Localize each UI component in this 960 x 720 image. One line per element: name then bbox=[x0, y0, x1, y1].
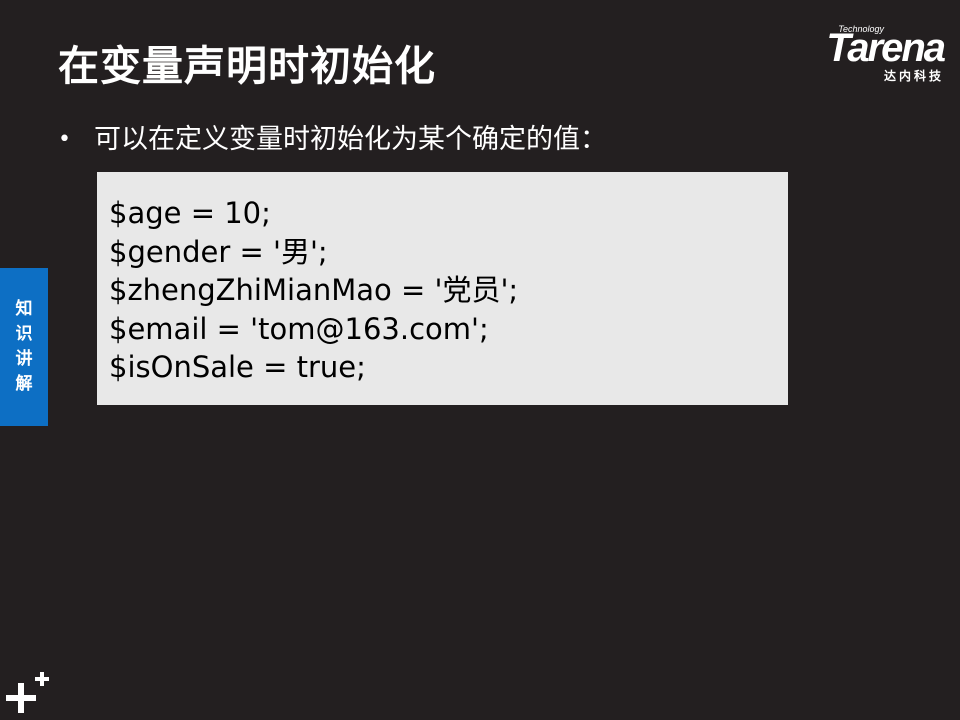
code-line: $email = 'tom@163.com'; bbox=[109, 311, 489, 346]
side-tab-label: 知识讲解 bbox=[15, 299, 33, 394]
slide-title: 在变量声明时初始化 bbox=[58, 42, 436, 90]
code-line: $age = 10; bbox=[109, 196, 271, 230]
bullet-text: 可以在定义变量时初始化为某个确定的值： bbox=[94, 124, 607, 155]
code-line: $gender = '男'; bbox=[109, 234, 328, 269]
bullet-item: • 可以在定义变量时初始化为某个确定的值： bbox=[58, 120, 607, 160]
logo-wordmark: Tarena bbox=[826, 26, 946, 70]
logo-chinese-name: 达内科技 bbox=[883, 69, 944, 83]
tarena-logo: Technology Tarena 达内科技 bbox=[779, 24, 946, 84]
bullet-marker: • bbox=[58, 127, 71, 152]
code-block: $age = 10; $gender = '男'; $zhengZhiMianM… bbox=[97, 172, 788, 405]
plus-cluster-icon bbox=[6, 672, 49, 713]
code-line: $isOnSale = true; bbox=[109, 350, 366, 384]
code-line: $zhengZhiMianMao = '党员'; bbox=[109, 273, 519, 307]
side-tab-knowledge: 知识讲解 bbox=[0, 268, 48, 426]
